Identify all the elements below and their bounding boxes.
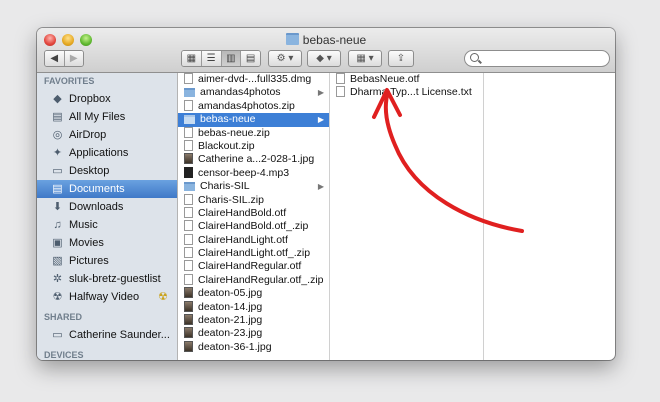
- annotation-arrow: [372, 88, 524, 233]
- annotation-arrow-curve: [383, 90, 524, 233]
